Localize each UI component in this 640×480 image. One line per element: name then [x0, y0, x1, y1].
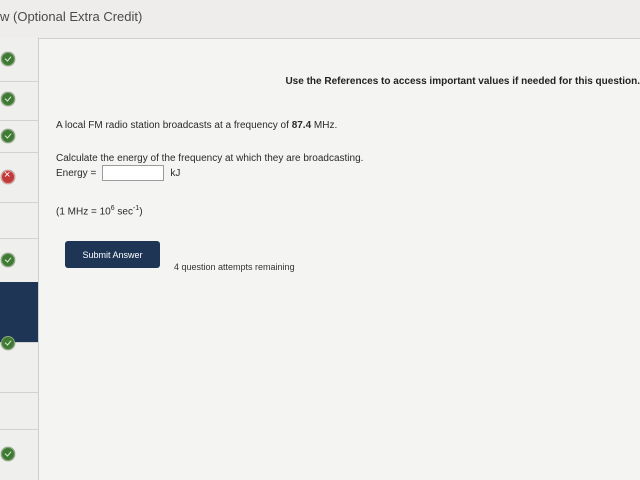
sidebar-item-current[interactable] [0, 282, 38, 343]
question-sidebar [0, 38, 39, 480]
energy-label: Energy = [56, 167, 97, 179]
assignment-title: w (Optional Extra Credit) [0, 9, 143, 24]
correct-check-icon [1, 447, 15, 461]
energy-answer-row: Energy = kJ [56, 165, 180, 181]
question-panel: Use the References to access important v… [39, 39, 640, 480]
energy-unit: kJ [170, 167, 181, 179]
frequency-value: 87.4 [291, 120, 312, 131]
incorrect-x-icon [1, 169, 15, 184]
conversion-note: (1 MHz = 106 sec-1) [56, 205, 143, 218]
sidebar-item-9[interactable] [0, 392, 38, 430]
sidebar-item-4[interactable] [0, 152, 38, 203]
attempts-remaining: 4 question attempts remaining [174, 262, 295, 272]
sidebar-item-10[interactable] [0, 429, 38, 480]
sidebar-item-3[interactable] [0, 120, 38, 153]
correct-check-icon [1, 253, 15, 267]
sidebar-item-5[interactable] [0, 202, 38, 239]
sidebar-item-1[interactable] [0, 38, 38, 82]
sidebar-item-6[interactable] [0, 238, 38, 283]
correct-check-icon [1, 52, 15, 66]
correct-check-icon [1, 336, 15, 350]
references-note: Use the References to access important v… [285, 76, 640, 87]
energy-input[interactable] [102, 165, 165, 181]
correct-check-icon [1, 92, 15, 106]
question-statement: A local FM radio station broadcasts at a… [56, 120, 338, 131]
sidebar-item-2[interactable] [0, 81, 38, 121]
question-prompt: Calculate the energy of the frequency at… [56, 153, 364, 164]
assignment-header: w (Optional Extra Credit) [0, 0, 640, 39]
sidebar-item-8[interactable] [0, 336, 38, 393]
correct-check-icon [1, 129, 15, 143]
submit-answer-button[interactable]: Submit Answer [65, 241, 160, 268]
